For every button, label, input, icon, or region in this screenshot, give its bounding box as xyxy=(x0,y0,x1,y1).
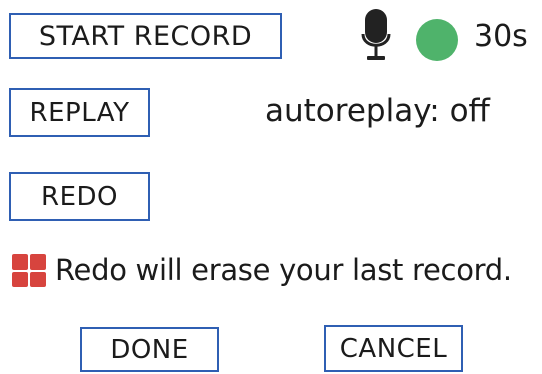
cancel-button[interactable]: CANCEL xyxy=(324,325,463,372)
recording-status-dot xyxy=(416,19,458,61)
autoreplay-status: autoreplay: off xyxy=(265,93,490,129)
start-record-button[interactable]: START RECORD xyxy=(9,13,282,59)
redo-warning: Redo will erase your last record. xyxy=(10,251,512,289)
warning-icon xyxy=(12,253,46,287)
replay-button[interactable]: REPLAY xyxy=(9,88,150,137)
warning-text: Redo will erase your last record. xyxy=(55,253,512,287)
redo-button[interactable]: REDO xyxy=(9,172,150,221)
microphone-icon xyxy=(361,9,391,60)
done-button[interactable]: DONE xyxy=(80,327,219,372)
recording-timer: 30s xyxy=(474,19,528,54)
